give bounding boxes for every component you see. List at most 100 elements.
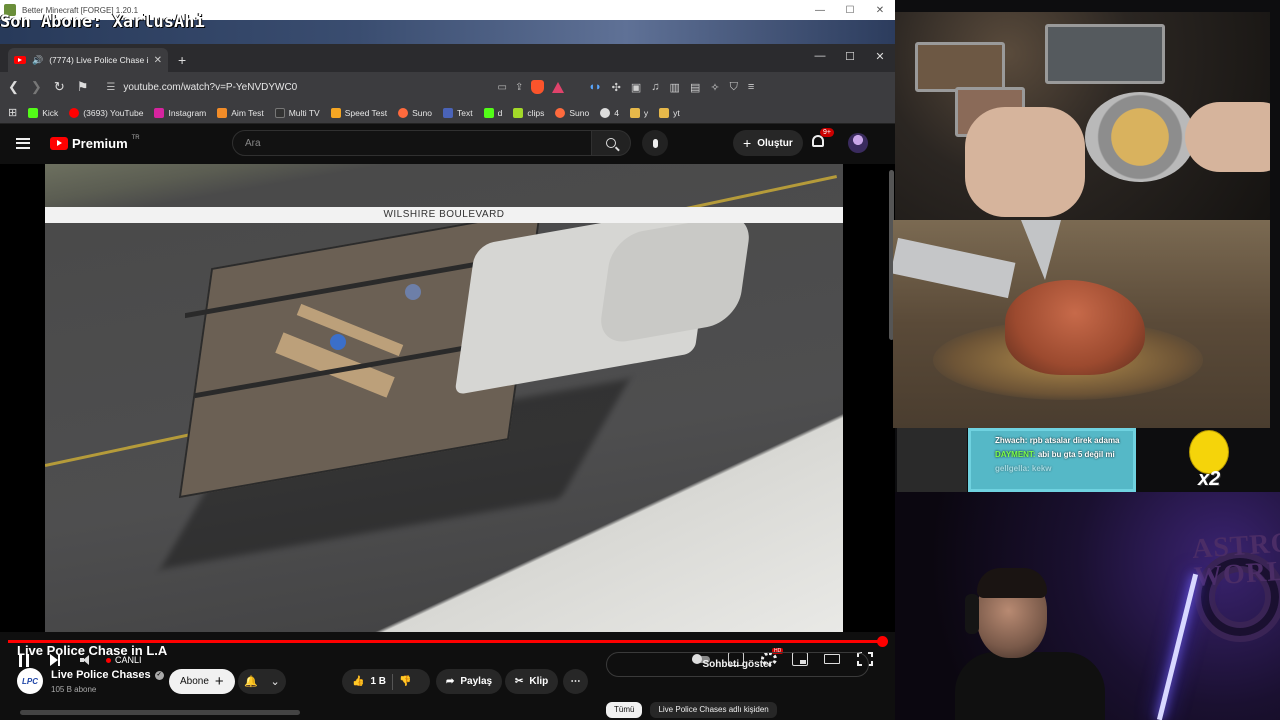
streamer-hair <box>977 568 1047 598</box>
bookmark-aim-test[interactable]: Aim Test <box>217 107 264 118</box>
address-bar[interactable]: ☰ youtube.com/watch?v=P-YeNVDYWC0 ▭ ⇪ <box>100 76 570 98</box>
chip-channel[interactable]: Live Police Chases adlı kişiden <box>650 702 777 718</box>
dislike-button[interactable]: 👎 <box>399 676 411 687</box>
bookmark-4[interactable]: 4 <box>600 107 619 118</box>
bookmark-instagram[interactable]: Instagram <box>154 107 206 118</box>
like-count[interactable]: 1 B <box>370 676 386 687</box>
youtube-favicon-icon <box>14 56 26 64</box>
clips-icon <box>513 107 524 118</box>
live-dot-icon <box>106 657 111 663</box>
back-icon[interactable]: ❮ <box>8 79 19 95</box>
sidebar-icon[interactable]: ▥ <box>670 81 680 94</box>
folder-icon <box>629 107 640 118</box>
bookmark-youtube[interactable]: (3693) YouTube <box>69 107 143 118</box>
cast-icon[interactable]: ▭ <box>498 82 507 93</box>
bookmark-folder-yt[interactable]: yt <box>659 107 680 118</box>
suno-icon <box>398 107 409 118</box>
share-icon[interactable]: ⇪ <box>515 82 523 93</box>
person-in-truck <box>405 284 421 300</box>
browser-maximize-button[interactable]: ☐ <box>835 50 865 63</box>
brave-shields-icon[interactable] <box>531 80 545 94</box>
hamburger-menu-icon[interactable] <box>16 137 30 149</box>
divider <box>392 673 394 690</box>
music-icon[interactable]: ♫ <box>651 81 659 94</box>
site-info-icon[interactable]: ☰ <box>106 82 115 93</box>
streamer-webcam: ASTRO WORLD <box>895 492 1280 720</box>
suno-icon <box>555 107 566 118</box>
bell-icon: 🔔 <box>244 676 258 688</box>
create-button[interactable]: + Oluştur <box>733 130 803 156</box>
brave-rewards-icon[interactable] <box>552 81 565 93</box>
voice-search-button[interactable] <box>642 130 668 156</box>
vpn-icon[interactable]: ⛉ <box>730 81 738 94</box>
screenshot-icon[interactable]: ▣ <box>631 81 641 94</box>
tab-title: (7774) Live Police Chase in L.A <box>49 55 147 65</box>
new-tab-button[interactable]: + <box>178 52 186 68</box>
bookmark-page-icon[interactable]: ⚑ <box>77 79 89 95</box>
forward-icon[interactable]: ❯ <box>31 79 42 95</box>
chat-message: Zhwach: rpb atsalar direk adama <box>995 436 1120 445</box>
verified-icon: ✓ <box>154 670 164 680</box>
like-button[interactable]: 👍 <box>352 676 364 687</box>
overlay-panel <box>897 428 967 492</box>
more-dots-icon: ⋯ <box>570 676 581 687</box>
audio-extension-icon[interactable]: ◖◗ <box>588 81 601 94</box>
puzzle-icon[interactable]: ✣ <box>612 81 621 94</box>
bookmark-d[interactable]: d <box>483 107 502 118</box>
like-dislike-group: 👍 1 B 👎 <box>342 669 430 694</box>
globe-icon <box>600 107 611 118</box>
kick-icon <box>483 107 494 118</box>
channel-avatar[interactable]: LPC <box>17 668 43 694</box>
browser-close-button[interactable]: ✕ <box>865 50 895 63</box>
clip-button[interactable]: ✂ Klip <box>505 669 559 694</box>
url-text[interactable]: youtube.com/watch?v=P-YeNVDYWC0 <box>123 82 489 93</box>
notification-count-badge: 9+ <box>820 128 834 137</box>
bookmark-suno-2[interactable]: Suno <box>555 107 589 118</box>
close-tab-icon[interactable]: ✕ <box>154 55 162 66</box>
neon-light-bar <box>1156 573 1199 720</box>
browser-minimize-button[interactable]: — <box>805 50 835 63</box>
apps-grid-icon[interactable]: ⊞ <box>8 106 17 119</box>
streamer <box>955 568 1105 720</box>
video-title: Live Police Chase in L.A <box>17 643 168 658</box>
chip-all[interactable]: Tümü <box>606 702 643 718</box>
youtube-logo-icon <box>50 136 68 150</box>
wallet-icon[interactable]: ▤ <box>690 81 700 94</box>
menu-icon[interactable]: ≡ <box>748 81 754 94</box>
video-player[interactable]: WILSHIRE BOULEVARD CANLI HD <box>0 164 895 667</box>
bookmark-clips[interactable]: clips <box>513 107 544 118</box>
horizontal-scrollbar[interactable] <box>20 710 300 715</box>
bookmark-multi-tv[interactable]: Multi TV <box>274 107 320 118</box>
minimize-button[interactable]: — <box>805 5 835 16</box>
bookmark-folder-y[interactable]: y <box>629 107 648 118</box>
chef-hand <box>965 107 1085 217</box>
maximize-button[interactable]: ☐ <box>835 5 865 16</box>
close-button[interactable]: ✕ <box>865 5 895 16</box>
tab-youtube[interactable]: 🔊 (7774) Live Police Chase in L.A ✕ <box>8 48 168 72</box>
notification-settings-button[interactable]: 🔔 ⌄ <box>238 669 286 694</box>
bookmark-text[interactable]: Text <box>442 107 473 118</box>
share-arrow-icon: ➦ <box>446 676 455 687</box>
more-actions-button[interactable]: ⋯ <box>563 669 588 694</box>
leo-icon[interactable]: ✧ <box>710 81 719 94</box>
microphone-icon <box>652 138 658 148</box>
scrubber-handle[interactable] <box>877 636 888 647</box>
show-chat-button[interactable]: Sohbeti göster <box>606 652 869 677</box>
food-tray <box>1045 24 1165 84</box>
channel-name[interactable]: Live Police Chases ✓ <box>51 669 164 681</box>
folder-icon <box>659 107 670 118</box>
avatar[interactable] <box>848 133 868 153</box>
youtube-premium-logo[interactable]: Premium TR <box>50 135 140 151</box>
bookmark-speed-test[interactable]: Speed Test <box>330 107 387 118</box>
bookmark-suno[interactable]: Suno <box>398 107 432 118</box>
subscribe-button[interactable]: Abone + <box>169 669 235 694</box>
speed-test-icon <box>330 107 341 118</box>
search-button[interactable] <box>591 130 631 156</box>
reload-icon[interactable]: ↻ <box>54 79 65 95</box>
search-input[interactable]: Ara <box>232 130 592 156</box>
speaker-icon[interactable]: 🔊 <box>32 55 43 66</box>
knife <box>1021 220 1061 280</box>
chat-message: gellgella: kekw <box>995 464 1052 473</box>
bookmark-kick[interactable]: Kick <box>28 107 58 118</box>
share-button[interactable]: ➦ Paylaş <box>436 669 503 694</box>
